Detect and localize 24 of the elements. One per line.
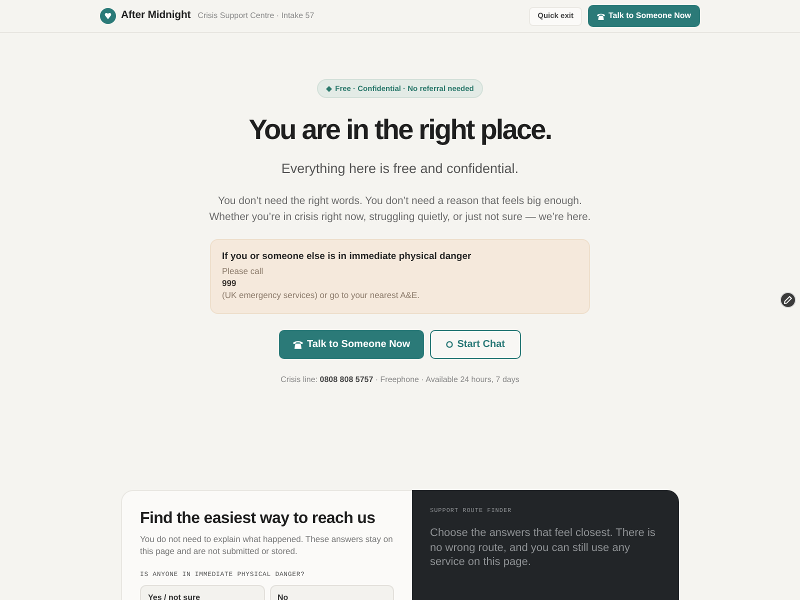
intro-paragraph: You don’t need the right words. You don’t need a reason that feels big enough. Whether you’re in crisis right now, struggling quietly, or just not sure — we’re here. <box>208 194 592 225</box>
phone-icon <box>597 12 606 20</box>
talk-now-button[interactable]: Talk to Someone Now <box>279 330 424 359</box>
finder-heading: Find the easiest way to reach us <box>140 509 376 529</box>
panel-text: Choose the answers that feel closest. There is no wrong route, and you can still use any service on this page. <box>430 526 656 570</box>
start-chat-button[interactable]: Start Chat <box>430 330 521 359</box>
pencil-icon <box>784 296 792 304</box>
ring-icon <box>446 341 454 348</box>
talk-now-button[interactable]: Talk to Someone Now <box>588 5 700 27</box>
hero-heading: You are in the right place. <box>248 113 552 147</box>
hero-subtitle: Everything here is free and confidential. <box>281 160 519 178</box>
answer-option[interactable]: Yes / not sure <box>140 585 264 600</box>
phone-icon <box>293 340 304 349</box>
notice-text: Please call <box>222 265 264 277</box>
crisis-line-text: Crisis line: 0808 808 5757 · Freephone · Available 24 hours, 7 days <box>280 374 520 386</box>
notice-text: (UK emergency services) or go to your nearest A&E. <box>222 289 420 301</box>
diamond-icon <box>326 86 332 92</box>
danger-heading: If you or someone else is in immediate physical danger <box>222 250 472 263</box>
answer-option[interactable]: No <box>270 585 394 600</box>
emergency-number: 999 <box>222 277 238 289</box>
header-subtitle: Crisis Support Centre · Intake 57 <box>198 10 314 22</box>
edit-button[interactable] <box>780 292 796 308</box>
brand-name: After Midnight <box>121 8 191 24</box>
finder-description: You do not need to explain what happened. These answers stay on this page and are not submitted or stored. <box>140 533 394 557</box>
